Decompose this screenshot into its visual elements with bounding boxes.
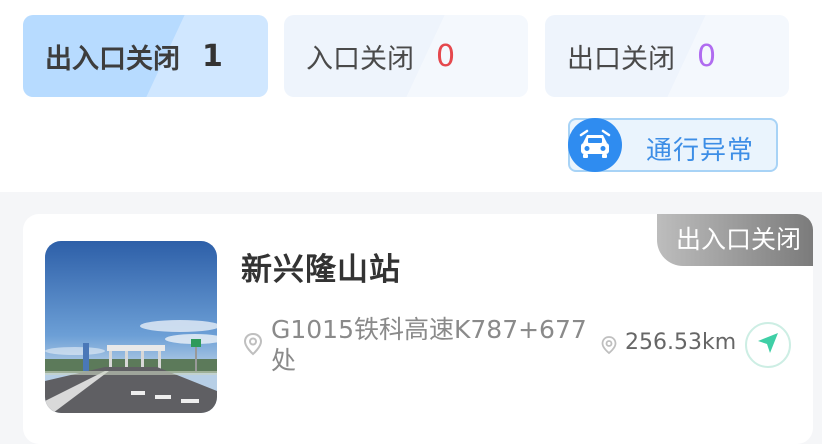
navigation-button[interactable] — [745, 322, 791, 368]
traffic-abnormal-label: 通行异常 — [646, 136, 755, 166]
station-address: G1015铁科高速K787+677处 — [271, 315, 587, 375]
status-badge: 出入口关闭 — [657, 214, 813, 266]
tab-decoration — [404, 15, 528, 97]
tab-count: 0 — [436, 38, 456, 74]
station-name: 新兴隆山站 — [241, 252, 401, 288]
tab-both-closed[interactable]: 出入口关闭 1 — [23, 15, 268, 97]
station-card[interactable]: 出入口关闭 新兴隆山站 G1015铁科高速K787+677处 256.53km — [23, 214, 813, 444]
tab-label: 入口关闭 — [306, 43, 414, 75]
traffic-abnormal-button[interactable]: 通行异常 — [568, 118, 778, 172]
top-panel: 出入口关闭 1 入口关闭 0 出口关闭 0 通行异常 — [0, 0, 822, 192]
car-icon — [568, 118, 622, 172]
location-pin-icon — [599, 335, 619, 359]
tab-count: 0 — [697, 38, 717, 74]
location-pin-icon — [243, 332, 263, 360]
tab-exit-closed[interactable]: 出口关闭 0 — [545, 15, 789, 97]
tab-decoration — [665, 15, 789, 97]
navigation-arrow-icon — [756, 331, 780, 359]
tab-label: 出口关闭 — [567, 43, 675, 75]
station-photo — [45, 241, 217, 413]
tab-count: 1 — [202, 38, 223, 74]
station-distance: 256.53km — [625, 330, 737, 355]
tab-label: 出入口关闭 — [45, 43, 180, 75]
tab-entry-closed[interactable]: 入口关闭 0 — [284, 15, 528, 97]
